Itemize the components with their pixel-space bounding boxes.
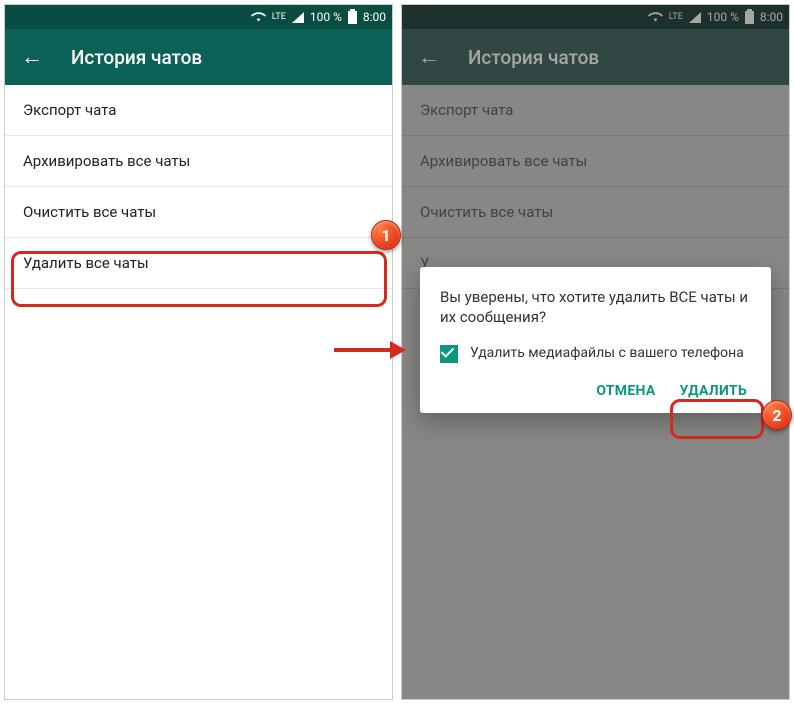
delete-button[interactable]: УДАЛИТЬ	[680, 383, 747, 399]
confirm-dialog: Вы уверены, что хотите удалить ВСЕ чаты …	[420, 267, 771, 413]
back-icon[interactable]: ←	[21, 44, 43, 70]
page-title: История чатов	[71, 46, 202, 69]
dialog-actions: ОТМЕНА УДАЛИТЬ	[440, 377, 751, 403]
settings-list: Экспорт чата Архивировать все чаты Очист…	[5, 85, 392, 289]
status-bar: LTE 100 % 8:00	[5, 5, 392, 29]
battery-icon	[348, 11, 357, 24]
wifi-icon	[251, 10, 266, 25]
network-type: LTE	[272, 13, 286, 22]
menu-export-chat[interactable]: Экспорт чата	[5, 85, 392, 136]
step-badge-2: 2	[762, 400, 792, 430]
arrow-icon	[334, 342, 406, 358]
phone-right: LTE 100 % 8:00 ← История чатов Экспорт ч…	[401, 4, 790, 700]
app-bar: ← История чатов	[5, 29, 392, 85]
dialog-message: Вы уверены, что хотите удалить ВСЕ чаты …	[440, 287, 751, 328]
step-badge-1: 1	[371, 220, 401, 250]
menu-archive-all[interactable]: Архивировать все чаты	[5, 136, 392, 187]
clock: 8:00	[363, 10, 386, 24]
cancel-button[interactable]: ОТМЕНА	[596, 383, 655, 399]
menu-clear-all[interactable]: Очистить все чаты	[5, 187, 392, 238]
delete-media-option[interactable]: Удалить медиафайлы с вашего телефона	[440, 344, 751, 363]
checkbox-label: Удалить медиафайлы с вашего телефона	[470, 344, 744, 362]
signal-icon	[292, 12, 304, 23]
battery-percent: 100 %	[310, 10, 342, 24]
checkbox-icon[interactable]	[440, 345, 458, 363]
menu-delete-all[interactable]: Удалить все чаты	[5, 238, 392, 289]
